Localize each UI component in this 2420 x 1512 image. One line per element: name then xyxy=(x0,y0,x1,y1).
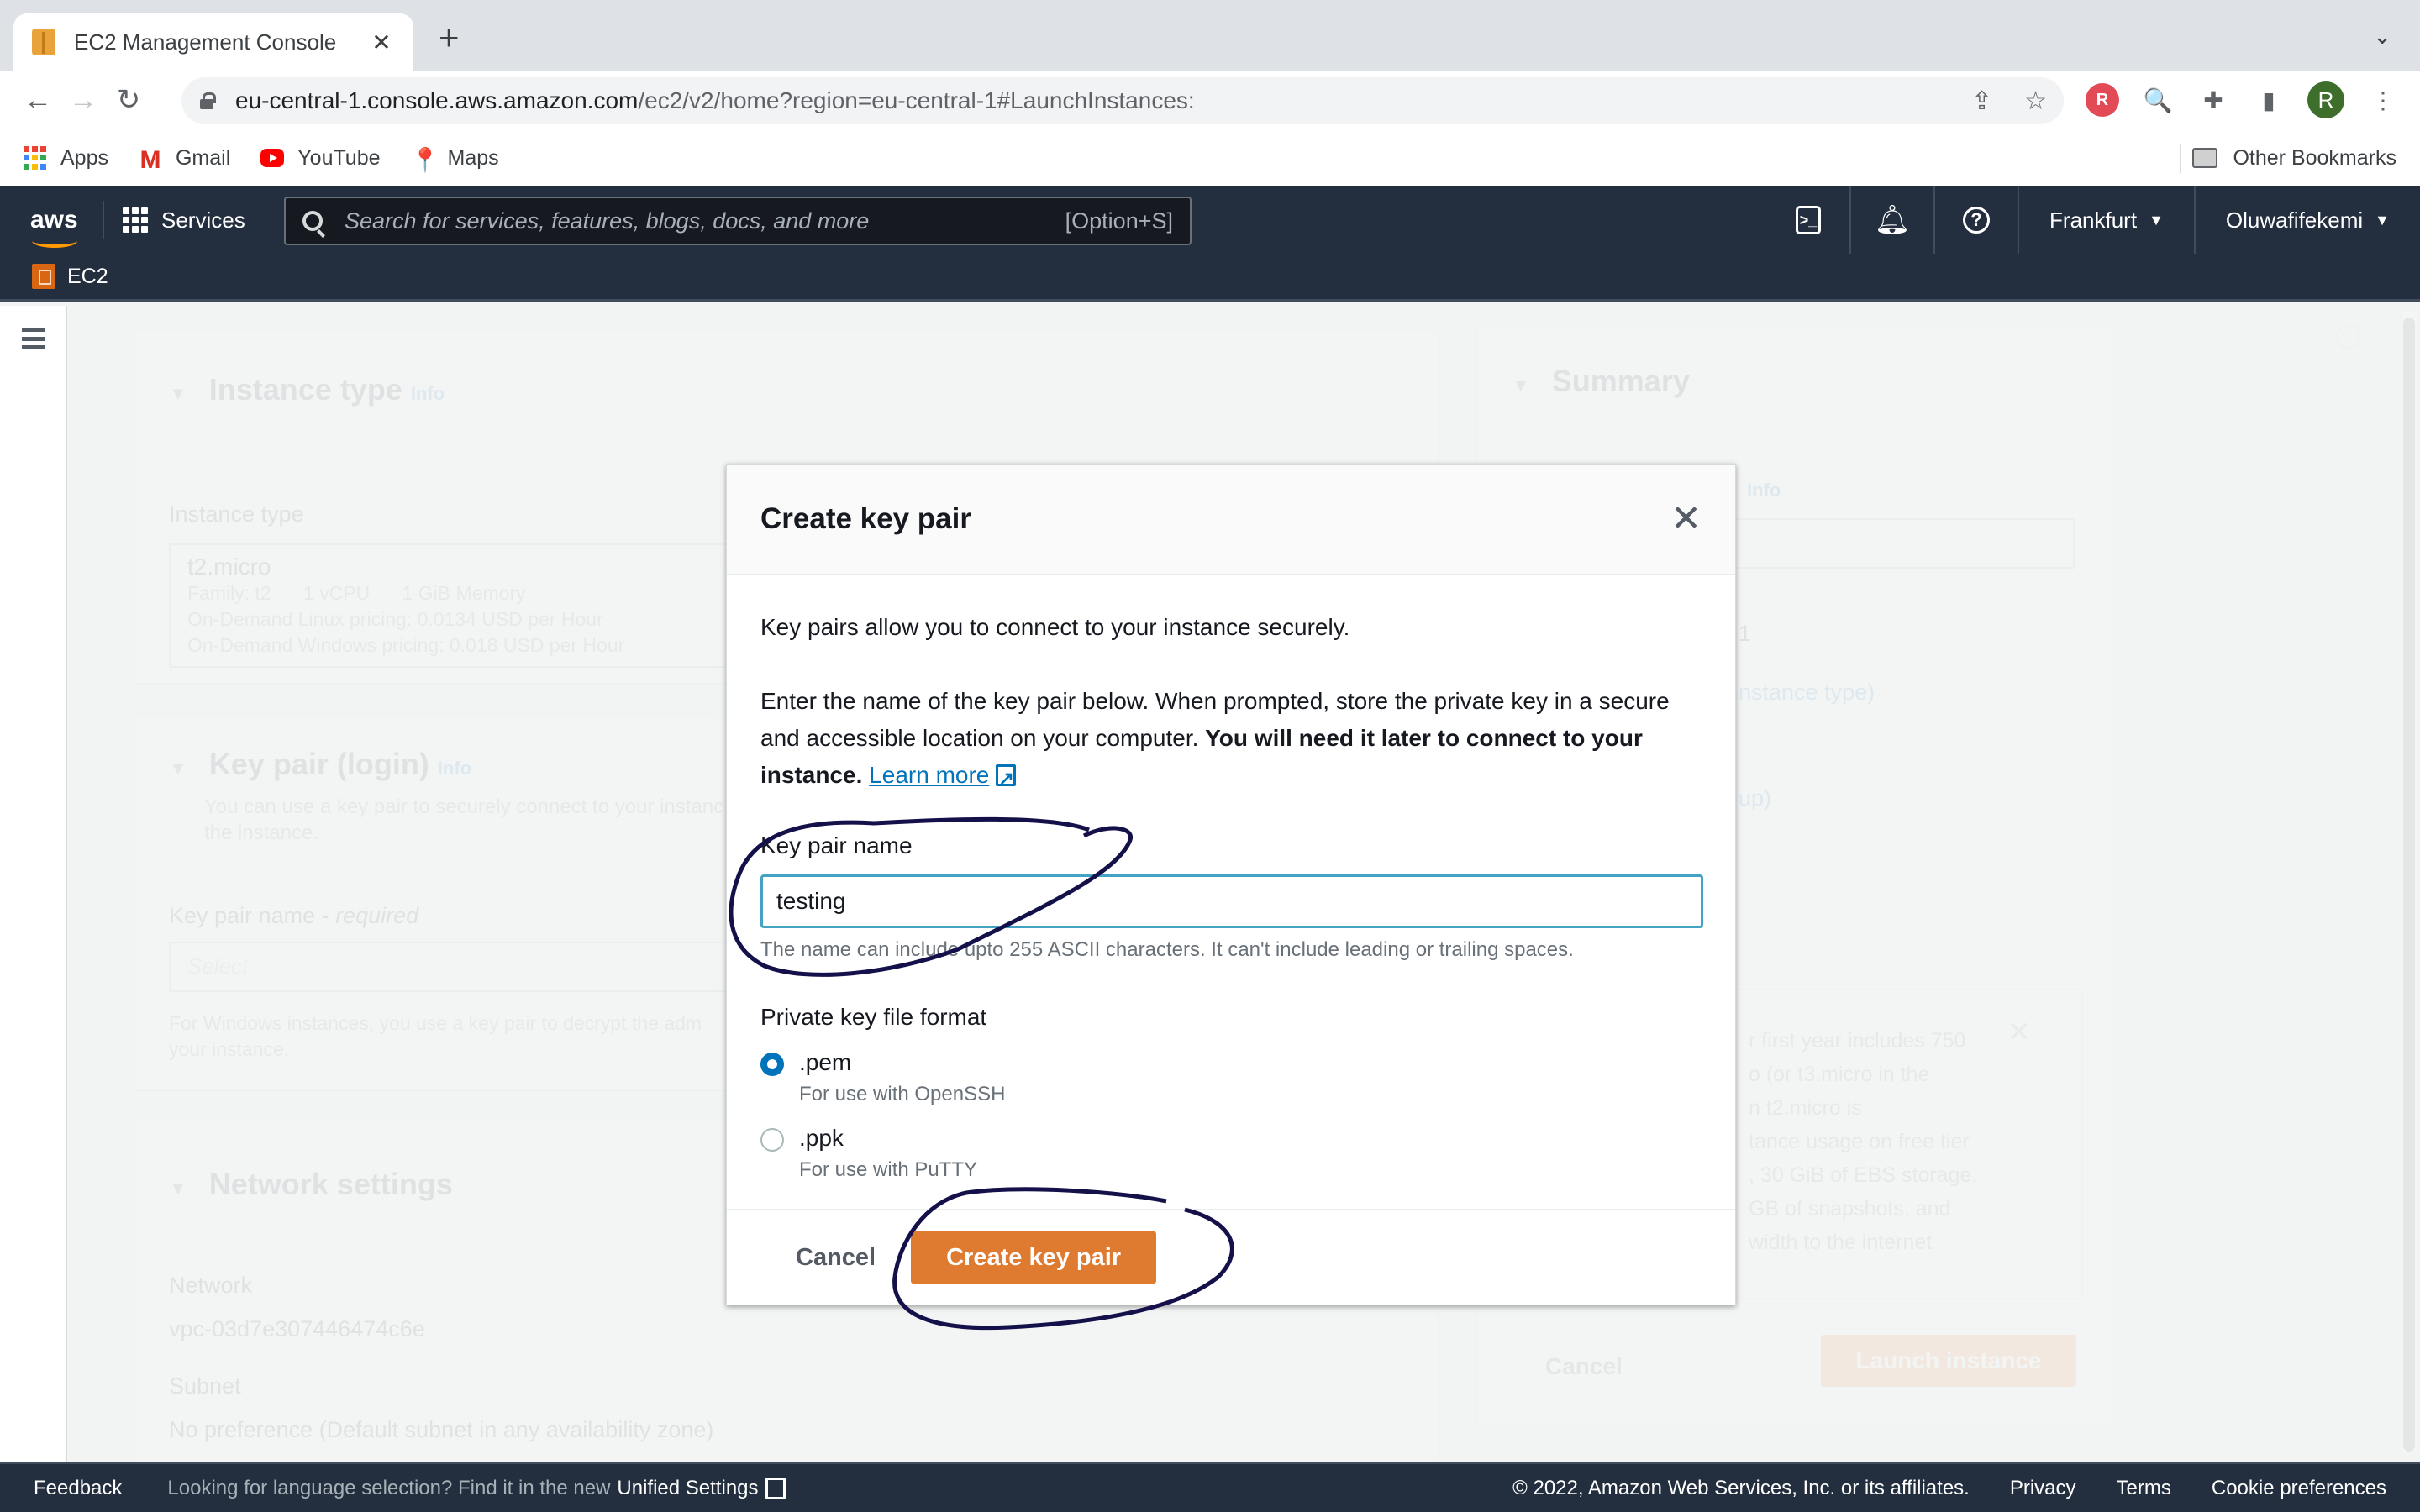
youtube-icon xyxy=(260,149,285,167)
search-icon xyxy=(302,211,323,231)
side-navigation xyxy=(0,306,67,1462)
ec2-service-link[interactable]: EC2 xyxy=(67,265,108,289)
cookie-preferences-link[interactable]: Cookie preferences xyxy=(2212,1477,2386,1500)
caret-down-icon: ▼ xyxy=(2149,211,2164,228)
modal-body: Key pairs allow you to connect to your i… xyxy=(727,575,1735,1182)
tab-title: EC2 Management Console xyxy=(74,29,337,55)
url-host: eu-central-1.console.aws.amazon.com xyxy=(235,87,639,113)
external-link-icon xyxy=(765,1477,786,1499)
external-link-icon[interactable] xyxy=(996,760,1017,797)
share-icon[interactable]: ⇪ xyxy=(1971,87,1992,116)
magnifier-extension-icon[interactable]: 🔍 xyxy=(2141,83,2175,117)
bookmarks-bar: Apps M Gmail YouTube 📍 Maps Other Bookma… xyxy=(0,129,2420,186)
lock-icon[interactable] xyxy=(200,92,216,109)
feedback-link[interactable]: Feedback xyxy=(34,1477,122,1500)
bookmarks-divider xyxy=(2180,144,2181,173)
bookmark-apps[interactable]: Apps xyxy=(24,146,108,171)
account-menu[interactable]: Oluwafifekemi ▼ xyxy=(2196,186,2420,254)
cloudshell-button[interactable]: >_ xyxy=(1767,186,1852,254)
extension-r-icon[interactable]: R xyxy=(2086,83,2119,117)
close-tab-icon[interactable]: ✕ xyxy=(368,29,395,56)
language-message: Looking for language selection? Find it … xyxy=(167,1476,611,1499)
pem-radio[interactable] xyxy=(760,1053,784,1076)
service-subnav: EC2 xyxy=(0,254,2420,302)
region-selector[interactable]: Frankfurt ▼ xyxy=(2019,186,2196,254)
bell-icon: 🔔︎ xyxy=(1874,204,1911,236)
console-footer: Feedback Looking for language selection?… xyxy=(0,1462,2420,1512)
copyright-text: © 2022, Amazon Web Services, Inc. or its… xyxy=(1512,1476,1970,1499)
folder-icon xyxy=(2192,148,2218,168)
reload-icon[interactable]: ↻ xyxy=(106,83,151,117)
browser-menu-kebab-icon[interactable]: ⋮ xyxy=(2366,83,2400,117)
aws-top-nav: aws Services Search for services, featur… xyxy=(0,186,2420,254)
extensions-puzzle-icon[interactable]: ✚ xyxy=(2196,83,2230,117)
notifications-button[interactable]: 🔔︎ xyxy=(1851,186,1936,254)
ppk-radio[interactable] xyxy=(760,1128,784,1152)
other-bookmarks[interactable]: Other Bookmarks xyxy=(2192,146,2396,171)
maps-pin-icon: 📍 xyxy=(410,147,440,173)
bookmark-maps[interactable]: 📍 Maps xyxy=(410,146,499,174)
help-button[interactable]: ? xyxy=(1935,186,2020,254)
modal-footer: Cancel Create key pair xyxy=(727,1209,1735,1305)
key-pair-name-hint: The name can include upto 255 ASCII char… xyxy=(760,938,1574,961)
new-tab-button[interactable]: + xyxy=(439,20,460,55)
apps-grid-icon xyxy=(24,146,47,170)
key-format-label: Private key file format xyxy=(760,1004,987,1030)
search-placeholder[interactable]: Search for services, features, blogs, do… xyxy=(345,208,1065,234)
bookmark-gmail[interactable]: M Gmail xyxy=(139,146,230,175)
aws-favicon-icon xyxy=(32,29,55,55)
address-bar[interactable]: eu-central-1.console.aws.amazon.com/ec2/… xyxy=(182,77,2064,124)
browser-tabstrip: EC2 Management Console ✕ + ⌄ xyxy=(0,0,2420,71)
search-shortcut-hint: [Option+S] xyxy=(1065,207,1173,234)
bookmark-youtube[interactable]: YouTube xyxy=(260,146,381,171)
header-divider xyxy=(103,201,104,239)
browser-toolbar: ← → ↻ eu-central-1.console.aws.amazon.co… xyxy=(0,71,2420,129)
privacy-link[interactable]: Privacy xyxy=(2010,1477,2076,1500)
key-pair-name-input[interactable] xyxy=(760,874,1703,928)
close-icon[interactable]: ✕ xyxy=(1670,501,1702,538)
modal-intro: Key pairs allow you to connect to your i… xyxy=(760,614,1350,640)
key-pair-name-label: Key pair name xyxy=(760,832,913,858)
url-path: /ec2/v2/home?region=eu-central-1#LaunchI… xyxy=(638,87,1195,113)
modal-header: Create key pair ✕ xyxy=(727,465,1735,575)
cancel-button[interactable]: Cancel xyxy=(796,1244,876,1272)
aws-logo[interactable]: aws xyxy=(30,207,84,248)
create-key-pair-button[interactable]: Create key pair xyxy=(911,1231,1157,1284)
format-option-ppk[interactable]: .ppk For use with PuTTY xyxy=(760,1125,1702,1182)
side-panel-icon[interactable]: ▮ xyxy=(2252,83,2286,117)
cloudshell-icon: >_ xyxy=(1796,206,1822,234)
forward-arrow-icon[interactable]: → xyxy=(60,84,106,117)
browser-tab-active[interactable]: EC2 Management Console ✕ xyxy=(13,13,413,71)
aws-search-bar[interactable]: Search for services, features, blogs, do… xyxy=(284,197,1192,245)
caret-down-icon: ▼ xyxy=(2375,211,2390,228)
learn-more-link[interactable]: Learn more xyxy=(869,762,989,788)
bookmark-star-icon[interactable]: ☆ xyxy=(2024,87,2047,116)
format-option-pem[interactable]: .pem For use with OpenSSH xyxy=(760,1049,1702,1106)
create-key-pair-modal: Create key pair ✕ Key pairs allow you to… xyxy=(726,464,1736,1305)
modal-title: Create key pair xyxy=(760,502,971,535)
services-grid-icon xyxy=(123,207,148,233)
gmail-icon: M xyxy=(139,146,161,174)
tab-search-chevron-icon[interactable]: ⌄ xyxy=(2373,24,2391,50)
profile-avatar[interactable]: R xyxy=(2307,81,2344,118)
ec2-service-icon xyxy=(32,264,55,289)
unified-settings-link[interactable]: Unified Settings xyxy=(617,1477,758,1500)
modal-instructions: Enter the name of the key pair below. Wh… xyxy=(760,683,1702,797)
terms-link[interactable]: Terms xyxy=(2117,1477,2171,1500)
back-arrow-icon[interactable]: ← xyxy=(15,84,60,117)
hamburger-menu-icon[interactable] xyxy=(22,328,45,349)
help-icon: ? xyxy=(1963,207,1991,234)
services-menu-button[interactable]: Services xyxy=(123,207,245,234)
